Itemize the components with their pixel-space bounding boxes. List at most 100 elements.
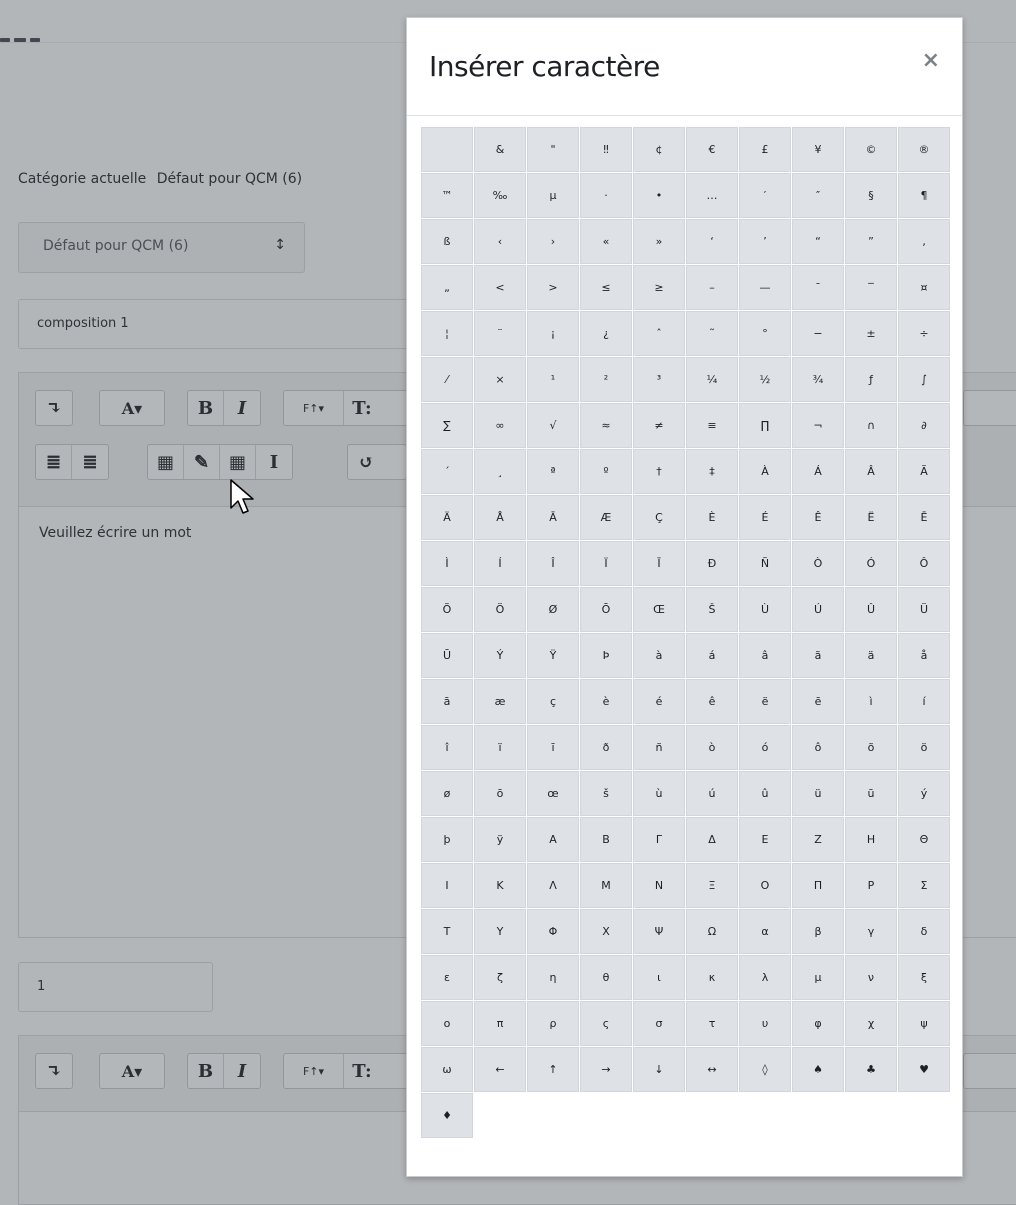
character-button[interactable]: È [686, 495, 738, 540]
character-button[interactable]: ◊ [739, 1047, 791, 1092]
character-button[interactable]: ♥ [898, 1047, 950, 1092]
character-button[interactable]: ∞ [474, 403, 526, 448]
character-button[interactable]: Β [580, 817, 632, 862]
character-button[interactable]: Μ [580, 863, 632, 908]
character-button[interactable]: Ω [686, 909, 738, 954]
font-color-button[interactable]: A▾ [100, 1054, 164, 1088]
character-button[interactable]: ω [421, 1047, 473, 1092]
character-button[interactable]: Ù [739, 587, 791, 632]
character-button[interactable]: α [739, 909, 791, 954]
record-audio-icon[interactable] [963, 1053, 1016, 1089]
character-button[interactable]: Ÿ [527, 633, 579, 678]
character-button[interactable]: Ï [580, 541, 632, 586]
font-family-button[interactable]: F↑▾ [284, 391, 344, 425]
character-button[interactable]: ÿ [474, 817, 526, 862]
character-button[interactable]: † [633, 449, 685, 494]
character-button[interactable]: Ø [527, 587, 579, 632]
character-button[interactable]: Υ [474, 909, 526, 954]
character-button[interactable]: ♠ [792, 1047, 844, 1092]
character-button[interactable]: ë [739, 679, 791, 724]
character-button[interactable]: Â [845, 449, 897, 494]
character-button[interactable]: ¸ [474, 449, 526, 494]
character-button[interactable]: Í [474, 541, 526, 586]
character-button[interactable]: Ë [845, 495, 897, 540]
character-button[interactable]: Τ [421, 909, 473, 954]
character-button[interactable]: ° [739, 311, 791, 356]
character-button[interactable]: í [898, 679, 950, 724]
character-button[interactable]: ò [686, 725, 738, 770]
character-button[interactable]: ö [898, 725, 950, 770]
character-button[interactable]: ± [845, 311, 897, 356]
font-color-button[interactable]: A▾ [100, 391, 164, 425]
character-button[interactable]: Ζ [792, 817, 844, 862]
character-button[interactable]: ν [845, 955, 897, 1000]
character-button[interactable]: ¦ [421, 311, 473, 356]
character-button[interactable]: ‰ [474, 173, 526, 218]
character-button[interactable]: Õ [421, 587, 473, 632]
character-button[interactable]: â [739, 633, 791, 678]
font-size-button[interactable]: T: [344, 391, 380, 425]
character-button[interactable]: ε [421, 955, 473, 1000]
character-button[interactable]: î [421, 725, 473, 770]
character-button[interactable]: ó [739, 725, 791, 770]
character-button[interactable]: è [580, 679, 632, 724]
character-button[interactable]: ū [845, 771, 897, 816]
character-button[interactable]: ∫ [898, 357, 950, 402]
character-button[interactable]: φ [792, 1001, 844, 1046]
character-button[interactable]: Η [845, 817, 897, 862]
font-size-button[interactable]: T: [344, 1054, 380, 1088]
character-button[interactable]: • [633, 173, 685, 218]
character-button[interactable]: Ī [633, 541, 685, 586]
record-audio-icon[interactable] [963, 390, 1016, 426]
character-button[interactable]: ‡ [686, 449, 738, 494]
character-button[interactable]: ο [421, 1001, 473, 1046]
character-button[interactable]: × [474, 357, 526, 402]
character-button[interactable]: ¯ [792, 265, 844, 310]
character-button[interactable]: ê [686, 679, 738, 724]
character-button[interactable]: ρ [527, 1001, 579, 1046]
character-button[interactable]: ¬ [792, 403, 844, 448]
character-button[interactable]: ¨ [474, 311, 526, 356]
character-button[interactable]: Φ [527, 909, 579, 954]
character-button[interactable]: ς [580, 1001, 632, 1046]
character-button[interactable]: ” [845, 219, 897, 264]
character-button[interactable]: κ [686, 955, 738, 1000]
character-button[interactable]: É [739, 495, 791, 540]
character-button[interactable]: − [792, 311, 844, 356]
character-button[interactable]: ü [792, 771, 844, 816]
character-button[interactable]: ⁄ [421, 357, 473, 402]
character-button[interactable]: ˜ [686, 311, 738, 356]
character-button[interactable]: – [686, 265, 738, 310]
character-button[interactable]: ¥ [792, 127, 844, 172]
character-button[interactable]: ª [527, 449, 579, 494]
character-button[interactable]: ‼ [580, 127, 632, 172]
character-button[interactable]: é [633, 679, 685, 724]
character-button[interactable]: ‾ [845, 265, 897, 310]
character-button[interactable]: ’ [739, 219, 791, 264]
character-button[interactable]: ¹ [527, 357, 579, 402]
character-button[interactable]: Œ [633, 587, 685, 632]
character-button[interactable]: Χ [580, 909, 632, 954]
character-button[interactable]: Ū [421, 633, 473, 678]
italic-button[interactable]: I [224, 391, 260, 425]
character-button[interactable]: π [474, 1001, 526, 1046]
character-button[interactable]: ″ [792, 173, 844, 218]
character-button[interactable]: ← [474, 1047, 526, 1092]
character-button[interactable]: § [845, 173, 897, 218]
edit-icon[interactable]: ✎ [184, 445, 220, 479]
character-button[interactable]: ¾ [792, 357, 844, 402]
character-button[interactable]: Ü [898, 587, 950, 632]
character-button[interactable]: ↔ [686, 1047, 738, 1092]
character-button[interactable]: χ [845, 1001, 897, 1046]
character-button[interactable]: ñ [633, 725, 685, 770]
character-button[interactable]: ‹ [474, 219, 526, 264]
character-button[interactable]: ψ [898, 1001, 950, 1046]
character-button[interactable]: ζ [474, 955, 526, 1000]
character-button[interactable]: — [739, 265, 791, 310]
character-button[interactable]: Ý [474, 633, 526, 678]
character-button[interactable]: √ [527, 403, 579, 448]
character-button[interactable]: º [580, 449, 632, 494]
character-button[interactable]: » [633, 219, 685, 264]
character-button[interactable]: Ñ [739, 541, 791, 586]
character-button[interactable]: ® [898, 127, 950, 172]
